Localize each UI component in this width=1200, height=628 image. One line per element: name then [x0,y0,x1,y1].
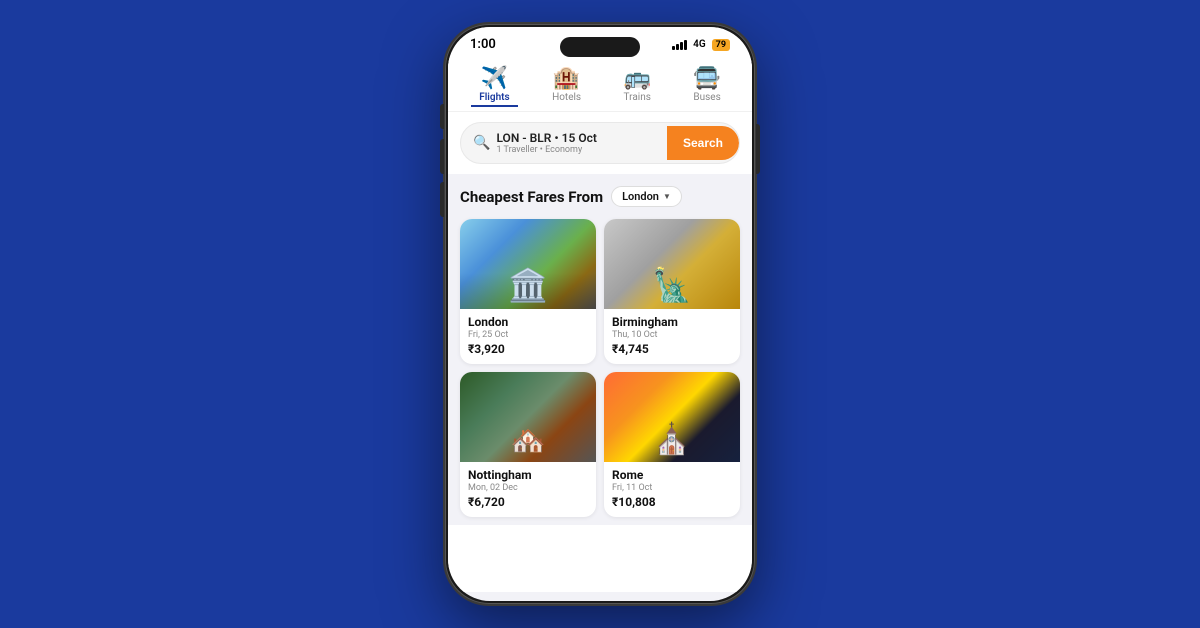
flights-icon: ✈️ [481,68,508,90]
hotels-label: Hotels [552,92,581,103]
tab-trains[interactable]: 🚌 Trains [616,66,659,107]
search-details: 1 Traveller • Economy [496,145,596,155]
rome-city: Rome [612,468,732,482]
volume-up-button [440,139,444,174]
buses-icon: 🚍 [693,68,720,90]
search-route: LON - BLR • 15 Oct [496,131,596,145]
search-icon: 🔍 [473,135,490,151]
phone-frame: 1:00 4G 79 ✈️ [445,24,755,604]
status-time: 1:00 [470,37,496,52]
nottingham-info: Nottingham Mon, 02 Dec ₹6,720 [460,462,596,517]
london-city: London [468,315,588,329]
signal-bar-1 [672,46,675,50]
london-image [460,219,596,309]
network-type: 4G [693,39,706,50]
search-text-content: LON - BLR • 15 Oct 1 Traveller • Economy [496,131,596,155]
tab-flights[interactable]: ✈️ Flights [471,66,517,107]
fares-section: Cheapest Fares From London ▼ London [448,174,752,525]
silent-button [440,104,444,129]
nav-tabs: ✈️ Flights 🏨 Hotels 🚌 Trains 🚍 Buses [448,58,752,112]
fares-title: Cheapest Fares From [460,188,603,206]
location-dropdown-label: London [622,190,659,203]
signal-bar-2 [676,44,679,50]
dest-card-rome[interactable]: Rome Fri, 11 Oct ₹10,808 [604,372,740,517]
volume-down-button [440,182,444,217]
nottingham-date: Mon, 02 Dec [468,483,588,493]
nottingham-price: ₹6,720 [468,495,588,509]
tab-buses[interactable]: 🚍 Buses [685,66,728,107]
birmingham-image [604,219,740,309]
battery-level: 79 [712,39,730,51]
destination-cards-grid: London Fri, 25 Oct ₹3,920 Birmingham Thu… [460,219,740,517]
phone-wrapper: 1:00 4G 79 ✈️ [445,24,755,604]
buses-label: Buses [693,92,720,103]
london-price: ₹3,920 [468,342,588,356]
flights-label: Flights [479,92,509,103]
trains-icon: 🚌 [624,68,651,90]
app-content: ✈️ Flights 🏨 Hotels 🚌 Trains 🚍 Buses [448,58,752,592]
london-info: London Fri, 25 Oct ₹3,920 [460,309,596,364]
search-button[interactable]: Search [667,126,739,160]
search-bar[interactable]: 🔍 LON - BLR • 15 Oct 1 Traveller • Econo… [460,122,740,164]
fares-header: Cheapest Fares From London ▼ [460,186,740,207]
location-dropdown[interactable]: London ▼ [611,186,682,207]
signal-strength [672,40,687,50]
birmingham-info: Birmingham Thu, 10 Oct ₹4,745 [604,309,740,364]
rome-date: Fri, 11 Oct [612,483,732,493]
rome-image [604,372,740,462]
dest-card-birmingham[interactable]: Birmingham Thu, 10 Oct ₹4,745 [604,219,740,364]
birmingham-city: Birmingham [612,315,732,329]
phone-screen: 1:00 4G 79 ✈️ [448,27,752,601]
rome-price: ₹10,808 [612,495,732,509]
london-date: Fri, 25 Oct [468,330,588,340]
signal-bar-4 [684,40,687,50]
search-bar-left: 🔍 LON - BLR • 15 Oct 1 Traveller • Econo… [461,123,667,163]
birmingham-date: Thu, 10 Oct [612,330,732,340]
chevron-down-icon: ▼ [663,192,671,201]
rome-info: Rome Fri, 11 Oct ₹10,808 [604,462,740,517]
dest-card-nottingham[interactable]: Nottingham Mon, 02 Dec ₹6,720 [460,372,596,517]
signal-bar-3 [680,42,683,50]
hotels-icon: 🏨 [553,68,580,90]
dynamic-island [560,37,640,57]
nottingham-city: Nottingham [468,468,588,482]
dest-card-london[interactable]: London Fri, 25 Oct ₹3,920 [460,219,596,364]
status-icons: 4G 79 [672,39,730,51]
birmingham-price: ₹4,745 [612,342,732,356]
trains-label: Trains [624,92,651,103]
nottingham-image [460,372,596,462]
power-button [756,124,760,174]
tab-hotels[interactable]: 🏨 Hotels [544,66,589,107]
search-bar-container: 🔍 LON - BLR • 15 Oct 1 Traveller • Econo… [448,112,752,174]
